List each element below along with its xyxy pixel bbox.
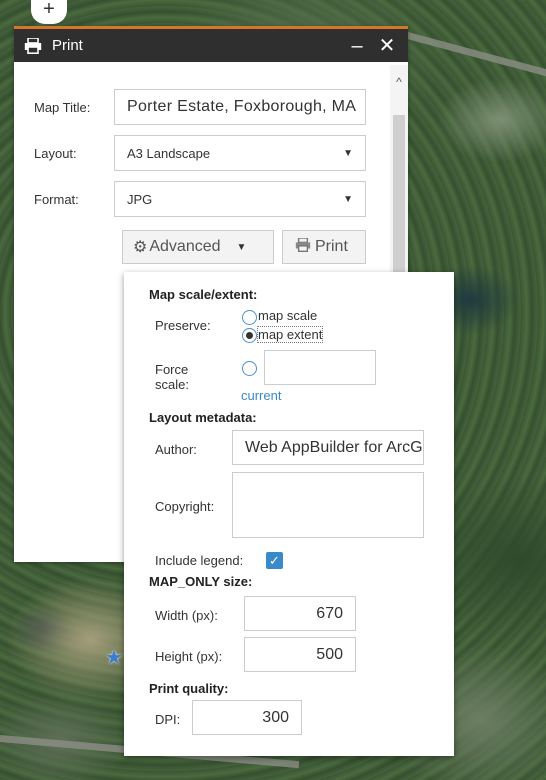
include-legend-label: Include legend: [155,553,244,568]
zoom-in-button[interactable]: + [31,0,67,24]
chevron-down-icon: ▼ [236,241,247,253]
print-label: Print [315,238,348,255]
print-icon [24,37,42,54]
force-scale-label: Force [155,362,189,377]
gear-icon: ⚙ [133,239,148,256]
format-label: Format: [34,191,79,207]
width-input[interactable]: 670 [244,596,356,631]
force-scale-label-2: scale: [155,377,189,392]
radio-map-extent[interactable] [242,328,257,343]
height-label: Height (px): [155,649,223,664]
layout-row: Layout: A3 Landscape ▼ [34,135,366,171]
advanced-button[interactable]: ⚙ Advanced ▼ [122,230,274,264]
layout-select[interactable]: A3 Landscape ▼ [114,135,366,171]
author-label: Author: [155,442,197,457]
minimize-button[interactable]: – [346,36,368,56]
width-label: Width (px): [155,608,218,623]
map-only-heading: MAP_ONLY size: [149,574,253,589]
author-input[interactable]: Web AppBuilder for ArcGIS [232,430,424,465]
radio-force-scale[interactable] [242,361,257,376]
scrollbar-thumb[interactable] [393,115,405,295]
map-title-input[interactable]: Porter Estate, Foxborough, MA [114,89,366,125]
height-input[interactable]: 500 [244,637,356,672]
dpi-input[interactable]: 300 [192,700,302,735]
format-select[interactable]: JPG ▼ [114,181,366,217]
format-value: JPG [127,191,153,207]
print-quality-heading: Print quality: [149,681,229,696]
map-scale-heading: Map scale/extent: [149,287,258,302]
radio-map-scale[interactable] [242,310,257,325]
radio-map-scale-label[interactable]: map scale [258,308,317,323]
copyright-input[interactable] [232,472,424,538]
advanced-label: Advanced [149,238,221,255]
force-scale-input[interactable] [264,350,376,385]
chevron-down-icon: ▼ [343,147,353,159]
advanced-options-popup: Map scale/extent: Preserve: map scale ma… [124,272,454,756]
panel-header: Print – ✕ [14,29,408,62]
radio-map-extent-label[interactable]: map extent [256,326,324,343]
copyright-label: Copyright: [155,499,215,514]
location-marker-icon[interactable]: ★ [105,645,123,670]
layout-value: A3 Landscape [127,145,211,161]
preserve-label: Preserve: [155,318,211,333]
layout-metadata-heading: Layout metadata: [149,410,257,425]
close-button[interactable]: ✕ [376,33,398,58]
scroll-up-icon[interactable]: ^ [390,65,408,89]
layout-label: Layout: [34,145,77,161]
chevron-down-icon: ▼ [343,193,353,205]
printer-icon [293,236,313,257]
print-button[interactable]: Print [282,230,366,264]
current-scale-link[interactable]: current [241,388,281,403]
map-title-row: Map Title: Porter Estate, Foxborough, MA [34,89,366,125]
map-title-label: Map Title: [34,99,91,115]
dpi-label: DPI: [155,712,181,727]
include-legend-checkbox[interactable]: ✓ [266,552,283,569]
panel-title: Print [52,37,83,54]
format-row: Format: JPG ▼ [34,181,366,217]
